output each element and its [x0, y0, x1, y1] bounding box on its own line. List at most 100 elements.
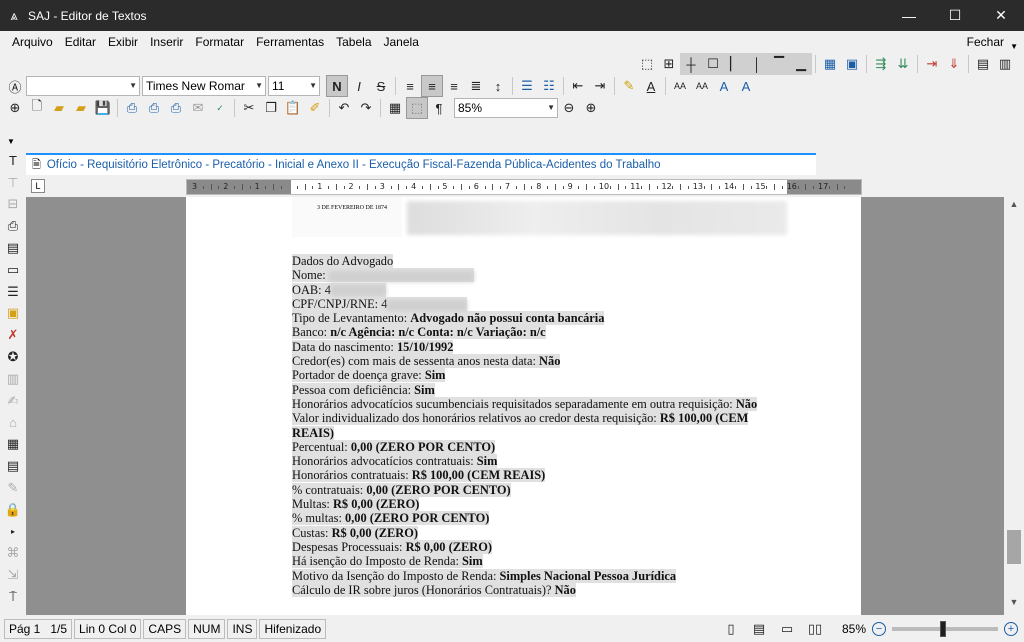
document-line[interactable]: Cálculo de IR sobre juros (Honorários Co… — [292, 582, 772, 597]
secure-document-icon[interactable]: ⌘ — [0, 542, 26, 564]
line-spacing-icon[interactable]: ↕ — [487, 75, 509, 97]
document-tab[interactable]: 🗎 Ofício - Requisitório Eletrônico - Pre… — [26, 153, 816, 175]
menu-arquivo[interactable]: Arquivo — [6, 31, 59, 53]
signature-icon[interactable]: ✍ — [0, 390, 26, 412]
vertical-scrollbar[interactable]: ▲ ▼ — [1004, 197, 1024, 615]
table-grid-icon[interactable]: ⊞ — [658, 53, 680, 75]
table-top-border-icon[interactable]: ▔ — [768, 53, 790, 75]
redo-icon[interactable]: ↷ — [355, 97, 377, 119]
insert-column-icon[interactable]: ⇊ — [892, 53, 914, 75]
menu-tabela[interactable]: Tabela — [330, 31, 377, 53]
new-from-template-icon[interactable]: ⊕ — [4, 97, 26, 119]
expand-arrow-icon[interactable]: ▸ — [0, 521, 26, 543]
insert-row-icon[interactable]: ⇶ — [870, 53, 892, 75]
table-outer-border-icon[interactable]: ☐ — [702, 53, 724, 75]
split-cells-icon[interactable]: ▦ — [819, 53, 841, 75]
table-bottom-border-icon[interactable]: ▁ — [790, 53, 812, 75]
menu-editar[interactable]: Editar — [59, 31, 102, 53]
view-two-pages-icon[interactable]: ▯▯ — [804, 618, 826, 640]
document-line[interactable]: Tipo de Levantamento: Advogado não possu… — [292, 311, 772, 326]
template-icon[interactable]: ▣ — [0, 303, 26, 325]
view-layout-icon[interactable]: ▤ — [748, 618, 770, 640]
delete-row-icon[interactable]: ⇥ — [921, 53, 943, 75]
edit-tag-icon[interactable]: ✎ — [0, 477, 26, 499]
strikethrough-button[interactable]: S — [370, 75, 392, 97]
document-line[interactable]: Multas: R$ 0,00 (ZERO) — [292, 497, 772, 512]
spell-check-icon[interactable]: ✓ — [209, 97, 231, 119]
scroll-thumb[interactable] — [1007, 530, 1021, 564]
document-line[interactable]: Banco: n/c Agência: n/c Conta: n/c Varia… — [292, 325, 772, 340]
decrease-indent-icon[interactable]: ⇤ — [567, 75, 589, 97]
print-icon[interactable]: ⎙ — [121, 97, 143, 119]
barcode-icon[interactable]: ▥ — [0, 368, 26, 390]
menu-ferramentas[interactable]: Ferramentas — [250, 31, 330, 53]
superscript-icon[interactable]: AA — [669, 75, 691, 97]
maximize-button[interactable]: ☐ — [932, 0, 978, 31]
stamp-tool-icon[interactable]: ⍑ — [0, 586, 26, 608]
document-line[interactable]: Dados do Advogado — [292, 254, 772, 268]
increase-indent-icon[interactable]: ⇥ — [589, 75, 611, 97]
table-dotted-grid-icon[interactable]: ⬚ — [636, 53, 658, 75]
highlight-color-icon[interactable]: ✎ — [618, 75, 640, 97]
align-right-icon[interactable]: ≡ — [443, 75, 465, 97]
align-left-icon[interactable]: ≡ — [399, 75, 421, 97]
zoom-out-button[interactable]: − — [872, 622, 886, 636]
pilcrow-icon[interactable]: ¶ — [428, 97, 450, 119]
italic-button[interactable]: I — [348, 75, 370, 97]
document-line[interactable]: Percentual: 0,00 (ZERO POR CENTO) — [292, 439, 772, 454]
cut-icon[interactable]: ✂ — [238, 97, 260, 119]
document-line[interactable]: Portador de doença grave: Sim — [292, 368, 772, 383]
delete-column-icon[interactable]: ⇓ — [943, 53, 965, 75]
document-area[interactable]: 3 DE FEVEREIRO DE 1874 Dados do Advogado… — [26, 197, 1004, 615]
view-web-icon[interactable]: ▭ — [776, 618, 798, 640]
print-preview-icon[interactable]: ⎙ — [143, 97, 165, 119]
font-size-select[interactable]: 11 ▼ — [268, 76, 320, 96]
menu-janela[interactable]: Janela — [378, 31, 425, 53]
document-line[interactable]: Honorários advocatícios sucumbenciais re… — [292, 396, 772, 411]
copy-icon[interactable]: ❐ — [260, 97, 282, 119]
certificate-icon[interactable]: ✪ — [0, 346, 26, 368]
form-field-icon[interactable]: ⊤ — [0, 172, 26, 194]
styles-icon[interactable]: Ⓐ — [4, 75, 26, 97]
print-fields-icon[interactable]: ⎙ — [0, 215, 26, 237]
menu-exibir[interactable]: Exibir — [102, 31, 144, 53]
lock-icon[interactable]: 🔒 — [0, 499, 26, 521]
document-page[interactable]: 3 DE FEVEREIRO DE 1874 Dados do Advogado… — [186, 197, 861, 615]
zoom-out-icon[interactable]: ⊖ — [558, 97, 580, 119]
document-line[interactable]: Data do nascimento: 15/10/1992 — [292, 339, 772, 354]
save-icon[interactable]: 💾 — [92, 97, 114, 119]
align-center-icon[interactable]: ≡ — [421, 75, 443, 97]
menu-inserir[interactable]: Inserir — [144, 31, 189, 53]
zoom-select[interactable]: 85% ▼ — [454, 98, 558, 118]
subscript-icon[interactable]: AA — [691, 75, 713, 97]
menu-formatar[interactable]: Formatar — [189, 31, 250, 53]
document-line[interactable]: Há isenção do Imposto de Renda: Sim — [292, 554, 772, 569]
table-left-border-icon[interactable]: ▏ — [724, 53, 746, 75]
zoom-slider-knob[interactable] — [940, 621, 946, 637]
document-line[interactable]: Credor(es) com mais de sessenta anos nes… — [292, 354, 772, 369]
font-select[interactable]: Times New Romar ▼ — [142, 76, 266, 96]
document-line[interactable]: Nome: — [292, 268, 772, 283]
style-select[interactable]: ▼ — [26, 76, 140, 96]
document-line[interactable]: Honorários advocatícios contratuais: Sim — [292, 454, 772, 469]
document-content[interactable]: Dados do Advogado Nome: OAB: 4 CPF/CNPJ/RN… — [292, 254, 772, 597]
undo-icon[interactable]: ↶ — [333, 97, 355, 119]
document-line[interactable]: % contratuais: 0,00 (ZERO POR CENTO) — [292, 482, 772, 497]
paste-icon[interactable]: 📋 — [282, 97, 304, 119]
font-color-icon[interactable]: A — [640, 75, 662, 97]
horizontal-ruler[interactable]: 3 2 1 1 2 3 4 5 6 7 8 9 10 11 12 13 14 15 16 17 — [186, 179, 862, 195]
toolbar-collapse-icon[interactable]: ▼ — [7, 137, 15, 146]
print-setup-icon[interactable]: ⎙ — [165, 97, 187, 119]
insert-table-icon[interactable]: ▦ — [384, 97, 406, 119]
document-line[interactable]: Pessoa com deficiência: Sim — [292, 382, 772, 397]
table-properties-icon[interactable]: ▤ — [972, 53, 994, 75]
calendar-icon[interactable]: ▦ — [0, 433, 26, 455]
tab-stop-selector[interactable]: L — [31, 179, 45, 193]
merge-cells-icon[interactable]: ▣ — [841, 53, 863, 75]
show-hidden-icon[interactable]: ⬚ — [406, 97, 428, 119]
document-line[interactable]: Custas: R$ 0,00 (ZERO) — [292, 525, 772, 540]
form-icon[interactable]: ▤ — [0, 455, 26, 477]
document-line[interactable]: OAB: 4 — [292, 282, 772, 297]
bullet-list-icon[interactable]: ☰ — [516, 75, 538, 97]
table-inner-vertical-icon[interactable]: │ — [746, 53, 768, 75]
